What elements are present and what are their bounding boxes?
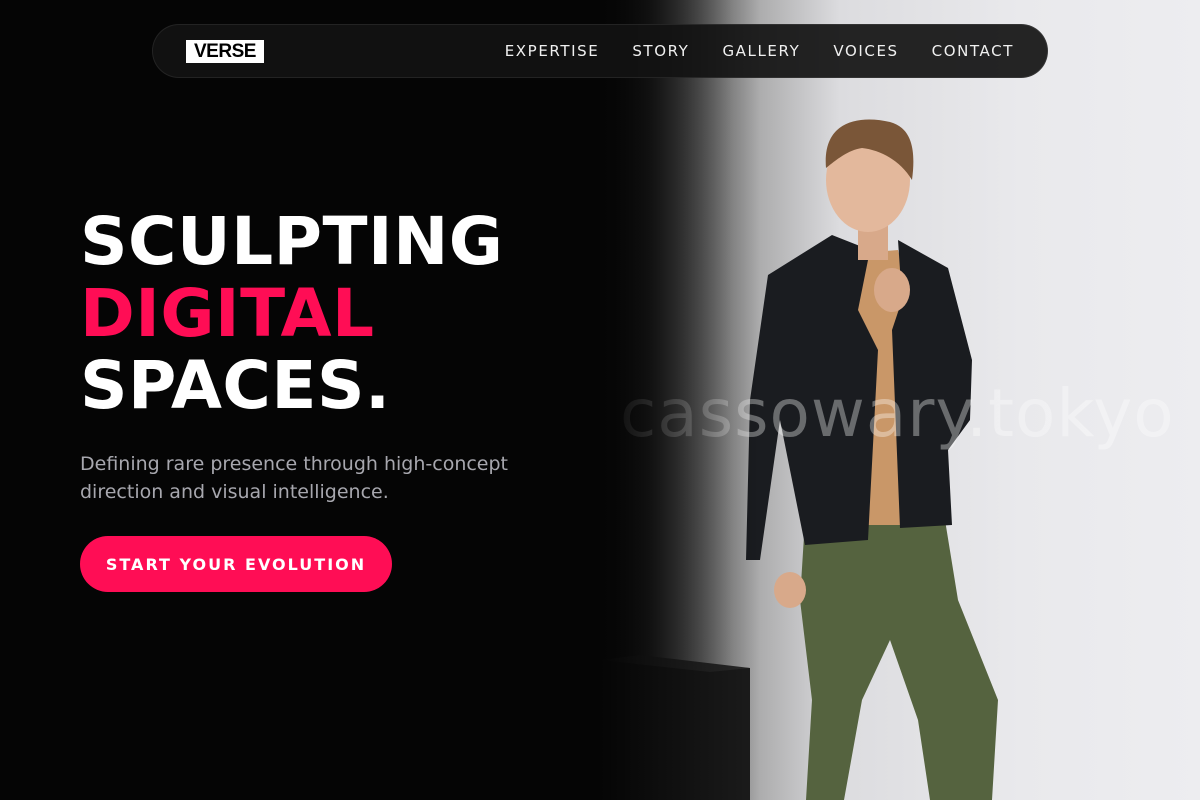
top-navbar: VERSE EXPERTISE STORY GALLERY VOICES CON… <box>152 24 1048 78</box>
start-evolution-button[interactable]: START YOUR EVOLUTION <box>80 536 392 592</box>
hero-title-line-1: SCULPTING <box>80 203 504 280</box>
nav-link-story[interactable]: STORY <box>632 42 689 60</box>
nav-link-gallery[interactable]: GALLERY <box>722 42 800 60</box>
hero-title: SCULPTING DIGITAL SPACES. <box>80 206 503 422</box>
hero-photo: cassowary.tokyo <box>600 0 1200 800</box>
nav-link-voices[interactable]: VOICES <box>833 42 898 60</box>
nav-links: EXPERTISE STORY GALLERY VOICES CONTACT <box>505 42 1014 60</box>
photo-fade-overlay <box>600 0 760 800</box>
brand-logo[interactable]: VERSE <box>186 39 264 63</box>
hero-subtitle: Defining rare presence through high-conc… <box>80 453 509 503</box>
nav-link-expertise[interactable]: EXPERTISE <box>505 42 600 60</box>
nav-link-contact[interactable]: CONTACT <box>932 42 1014 60</box>
hero-title-line-3: SPACES. <box>80 347 391 424</box>
hero-title-line-2: DIGITAL <box>80 275 375 352</box>
